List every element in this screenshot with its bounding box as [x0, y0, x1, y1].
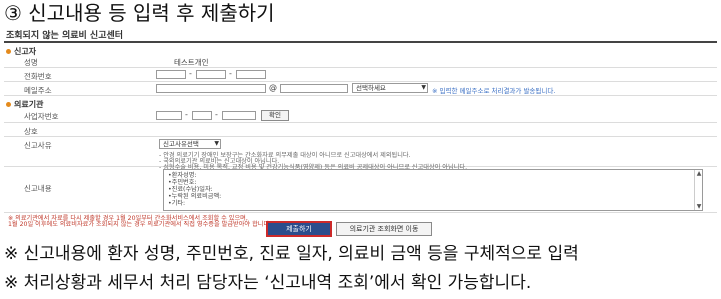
content-line-amount: •누락된 의료비금액: [168, 193, 222, 200]
bizno-confirm-button[interactable]: 확인 [261, 110, 289, 121]
bizno-field-3[interactable] [222, 111, 256, 120]
bizno-field-2[interactable] [192, 111, 212, 120]
content-textarea[interactable]: •환자성명: •주민번호: •진료(수납)일자: •누락된 의료비금액: •기타… [163, 169, 703, 211]
phone-dash-2: - [229, 69, 232, 78]
phone-field-3[interactable] [236, 70, 266, 79]
dropdown-arrow-icon: ▼ [214, 140, 219, 147]
content-line-etc: •기타: [168, 200, 186, 207]
bottom-note-2: ※ 처리상황과 세무서 처리 담당자는 ‘신고내역 조회’에서 확인 가능합니다… [4, 273, 532, 293]
bizno-field-1[interactable] [156, 111, 182, 120]
content-label: 신고내용 [24, 184, 52, 193]
footnote-line-2: 1월 20일 이후에도 의료비자료가 조회되지 않는 경우 의료기관에서 직접 … [8, 221, 272, 228]
phone-field-1[interactable] [156, 70, 186, 79]
name-row: 성명 테스트개인 [4, 55, 717, 68]
email-label: 메일주소 [24, 86, 52, 95]
email-row: 메일주소 @ 선택하세요 ▼ ※ 입력한 메일주소로 처리결과가 발송됩니다. [4, 82, 717, 96]
scroll-down-icon[interactable]: ▼ [695, 203, 703, 210]
content-line-patient: •환자성명: [168, 172, 197, 179]
dropdown-arrow-icon: ▼ [421, 84, 426, 91]
panel-title: 조회되지 않는 의료비 신고센터 [6, 31, 124, 41]
panel-divider [4, 41, 717, 43]
bizno-label: 사업자번호 [24, 112, 59, 121]
reason-label: 신고사유 [24, 141, 52, 150]
email-result-note: ※ 입력한 메일주소로 처리결과가 발송됩니다. [432, 87, 556, 95]
reason-select-value: 신고사유선택 [163, 140, 199, 148]
bizno-dash-2: - [215, 110, 218, 119]
content-line-rrn: •주민번호: [168, 179, 197, 186]
institution-lookup-button[interactable]: 의료기관 조회화면 이동 [336, 222, 432, 236]
phone-dash-1: - [189, 69, 192, 78]
submit-button[interactable]: 제출하기 [266, 221, 332, 237]
phone-row: 전화번호 - - [4, 68, 717, 82]
scroll-up-icon[interactable]: ▲ [695, 170, 703, 177]
email-at-sign: @ [269, 83, 277, 92]
bizno-dash-1: - [185, 110, 188, 119]
name-label: 성명 [24, 58, 38, 67]
section-bullet-icon [6, 102, 11, 107]
content-line-date: •진료(수납)일자: [168, 186, 213, 193]
phone-field-2[interactable] [196, 70, 226, 79]
reason-row: 신고사유 신고사유선택 ▼ - 안경 의료기기 장애인 보장구는 간소화자료 의… [4, 137, 717, 171]
name-value: 테스트개인 [174, 58, 209, 67]
email-domain-field[interactable] [280, 84, 348, 93]
phone-label: 전화번호 [24, 72, 52, 81]
institution-name-row: 상호 [4, 123, 717, 137]
email-domain-select[interactable]: 선택하세요 ▼ [352, 83, 428, 93]
report-panel: 조회되지 않는 의료비 신고센터 신고자 성명 테스트개인 전화번호 - - 메… [0, 27, 721, 241]
bottom-note-1: ※ 신고내용에 환자 성명, 주민번호, 진료 일자, 의료비 금액 등을 구체… [4, 244, 579, 264]
email-domain-select-value: 선택하세요 [356, 84, 386, 92]
textarea-scrollbar[interactable]: ▲ ▼ [694, 170, 702, 210]
institution-name-label: 상호 [24, 127, 38, 136]
section-bullet-icon [6, 49, 11, 54]
email-id-field[interactable] [156, 84, 266, 93]
bizno-row: 사업자번호 - - 확인 [4, 108, 717, 123]
reason-select[interactable]: 신고사유선택 ▼ [159, 139, 221, 149]
step-title: ③ 신고내용 등 입력 후 제출하기 [4, 1, 275, 25]
